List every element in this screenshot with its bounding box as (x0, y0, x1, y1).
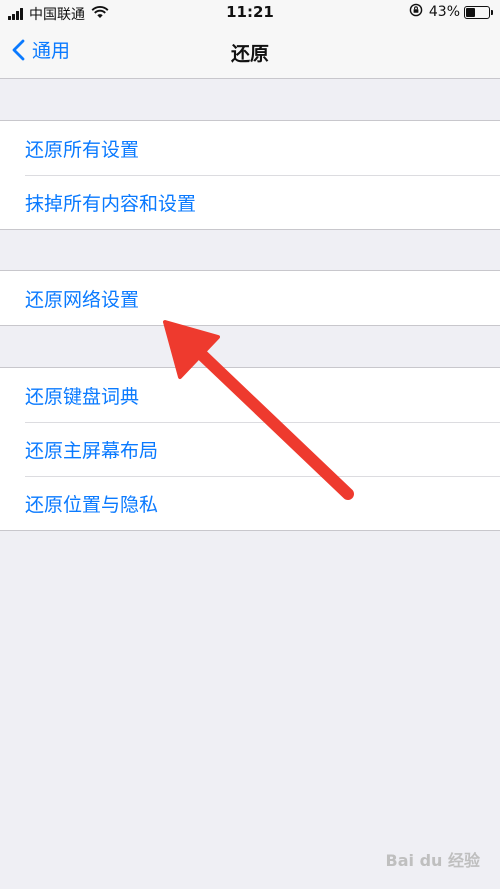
row-label: 还原键盘词典 (25, 385, 140, 408)
row-label: 还原所有设置 (25, 138, 140, 161)
rotation-lock-icon (409, 3, 423, 21)
reset-network-settings-row[interactable]: 还原网络设置 (0, 271, 500, 325)
settings-group-3: 还原键盘词典 还原主屏幕布局 还原位置与隐私 (0, 367, 500, 531)
battery-percent: 43% (428, 4, 460, 20)
reset-keyboard-dictionary-row[interactable]: 还原键盘词典 (0, 368, 500, 422)
row-label: 还原主屏幕布局 (25, 439, 159, 462)
row-label: 还原网络设置 (25, 288, 140, 311)
settings-group-2: 还原网络设置 (0, 270, 500, 326)
reset-location-privacy-row[interactable]: 还原位置与隐私 (0, 476, 500, 530)
status-bar: 中国联通 11:21 43% (0, 0, 500, 26)
settings-group-1: 还原所有设置 抹掉所有内容和设置 (0, 120, 500, 230)
status-right: 43% (409, 3, 493, 21)
watermark-text: Bai du 经验 (385, 851, 480, 870)
page-title: 还原 (230, 43, 269, 65)
row-label: 抹掉所有内容和设置 (25, 192, 197, 215)
row-label: 还原位置与隐私 (25, 493, 159, 516)
reset-home-screen-layout-row[interactable]: 还原主屏幕布局 (0, 422, 500, 476)
navigation-bar: 通用 还原 (0, 26, 500, 79)
reset-all-settings-row[interactable]: 还原所有设置 (0, 121, 500, 175)
erase-all-content-row[interactable]: 抹掉所有内容和设置 (0, 175, 500, 229)
watermark: Bai du 经验 (386, 847, 480, 871)
battery-icon (464, 5, 493, 19)
battery-fill (466, 7, 475, 17)
